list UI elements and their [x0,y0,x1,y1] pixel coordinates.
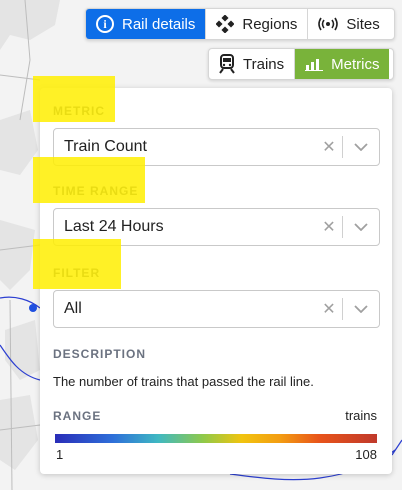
metrics-label: Metrics [331,55,380,73]
range-min: 1 [56,447,64,462]
time-range-label: TIME RANGE [53,184,139,198]
filter-select[interactable]: All ✕ [53,290,380,328]
range-gradient-bar [55,434,377,443]
metric-value: Train Count [64,138,147,155]
range-unit: trains [345,408,377,423]
view-mode-toolbar: i Rail details Regions Sites [85,8,395,40]
info-icon: i [96,15,114,33]
broadcast-icon [318,17,339,31]
layer-toolbar: Trains Metrics [208,48,394,80]
filter-value: All [64,300,82,317]
regions-label: Regions [242,15,298,33]
chevron-down-icon[interactable] [343,305,379,313]
sites-label: Sites [346,15,380,33]
metric-select[interactable]: Train Count ✕ [53,128,380,166]
close-icon[interactable]: ✕ [316,217,342,237]
rail-details-label: Rail details [122,15,196,33]
metric-label: METRIC [53,104,105,118]
range-max: 108 [355,447,377,462]
train-icon [219,54,235,74]
chevron-down-icon[interactable] [343,223,379,231]
trains-label: Trains [243,55,285,73]
regions-button[interactable]: Regions [206,9,309,39]
close-icon[interactable]: ✕ [316,299,342,319]
metrics-panel: METRIC Train Count ✕ TIME RANGE Last 24 … [40,88,392,474]
metrics-button[interactable]: Metrics [295,49,390,79]
range-label: RANGE [53,409,102,423]
chevron-down-icon[interactable] [343,143,379,151]
description-label: DESCRIPTION [53,347,147,361]
bar-chart-icon [305,59,324,71]
description-text: The number of trains that passed the rai… [53,374,314,389]
sites-button[interactable]: Sites [308,9,389,39]
close-icon[interactable]: ✕ [316,137,342,157]
diamond-cluster-icon [216,15,235,33]
rail-details-button[interactable]: i Rail details [86,9,207,39]
time-range-select[interactable]: Last 24 Hours ✕ [53,208,380,246]
trains-button[interactable]: Trains [209,49,296,79]
time-range-value: Last 24 Hours [64,218,164,235]
filter-label: FILTER [53,266,101,280]
